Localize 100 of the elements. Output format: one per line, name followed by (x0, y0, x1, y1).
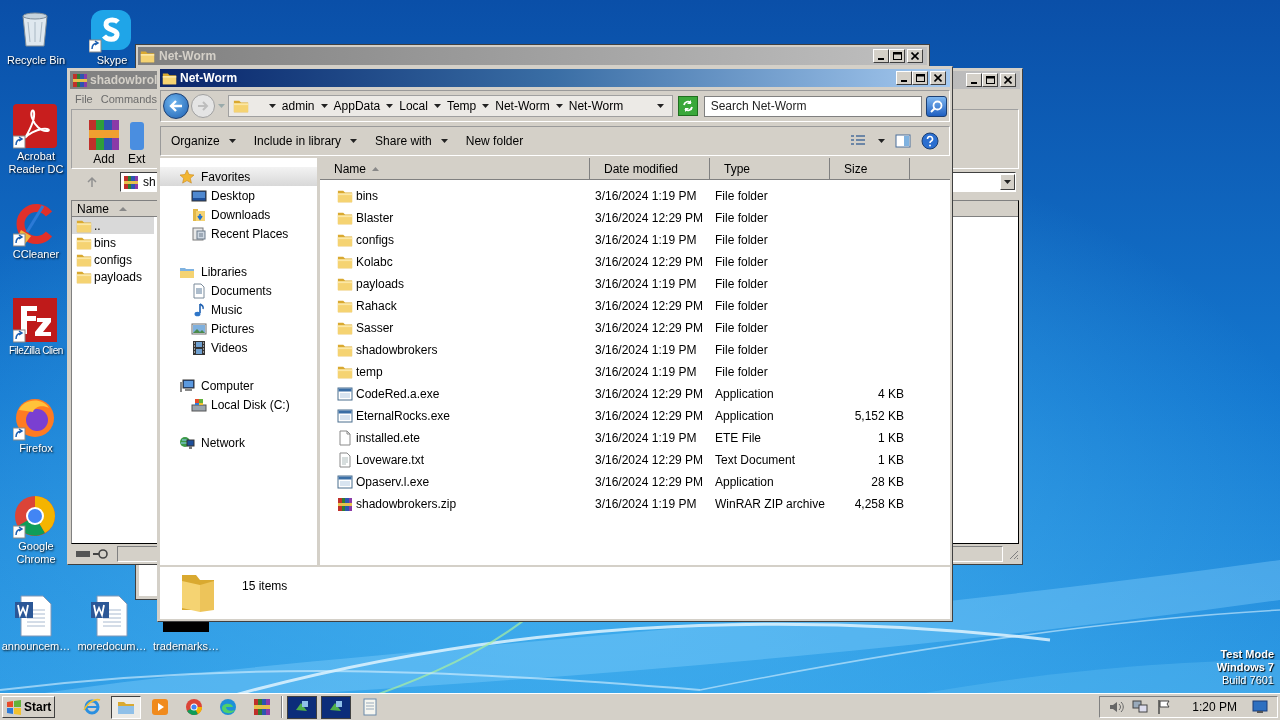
close-button[interactable] (907, 49, 923, 63)
file-name[interactable]: Blaster (356, 209, 394, 227)
help-button[interactable] (921, 132, 939, 150)
preview-pane-button[interactable] (895, 133, 911, 149)
file-name[interactable]: configs (356, 231, 395, 249)
sort-up-icon (119, 206, 127, 211)
column-header[interactable]: Name (320, 158, 590, 180)
command-button[interactable]: Share with (375, 132, 448, 150)
extract-button[interactable]: Ext (128, 118, 146, 166)
nav-item[interactable]: Favorites (160, 167, 317, 186)
nav-item[interactable]: Documents (160, 281, 317, 300)
close-button[interactable] (930, 71, 946, 85)
search-field[interactable]: Search Net-Worm (703, 95, 923, 117)
document-icon (191, 282, 207, 299)
minimize-button[interactable] (966, 73, 982, 87)
breadcrumb-arrow-icon (320, 104, 328, 108)
item-count: 15 items (242, 578, 288, 595)
command-button[interactable]: Include in library (253, 132, 358, 150)
icon-label[interactable]: Acrobat Reader DC (6, 150, 66, 176)
nav-item[interactable]: Network (160, 433, 317, 452)
nav-item[interactable]: Downloads (160, 205, 317, 224)
window-title: shadowbrol (90, 72, 157, 89)
menu-item[interactable]: File (75, 90, 93, 108)
drive-key-icon (75, 548, 109, 560)
breadcrumb-arrow-icon (482, 104, 490, 108)
table-cell: 3/16/2024 1:19 PM (595, 343, 697, 357)
taskbar-button[interactable] (321, 695, 352, 719)
file-name[interactable]: Rahack (356, 297, 397, 315)
file-name[interactable]: shadowbrokers.zip (356, 495, 457, 513)
add-button[interactable]: Add (88, 118, 120, 166)
breadcrumb[interactable]: Local (399, 97, 428, 115)
icon-label[interactable]: Recycle Bin (5, 54, 67, 67)
minimize-button[interactable] (896, 71, 912, 85)
table-cell-text: 4,258 KB (854, 496, 904, 513)
table-cell: 3/16/2024 12:29 PM (595, 211, 704, 225)
breadcrumb[interactable]: AppData (333, 97, 381, 115)
nav-item[interactable]: Pictures (160, 319, 317, 338)
taskbar-button[interactable] (287, 695, 318, 719)
breadcrumb[interactable]: admin (281, 97, 315, 115)
column-header[interactable]: Name (77, 199, 109, 218)
back-button[interactable] (163, 93, 189, 119)
list-row[interactable]: .. (72, 217, 154, 234)
list-row[interactable]: bins (72, 234, 154, 251)
table-cell: 3/16/2024 12:29 PM (595, 255, 704, 269)
column-header[interactable]: Date modified (590, 158, 710, 180)
list-row[interactable]: configs (72, 251, 154, 268)
dropdown-button[interactable] (1000, 174, 1015, 190)
file-name[interactable]: Sasser (356, 319, 394, 337)
column-header[interactable]: Size (830, 158, 910, 180)
show-desktop-button[interactable] (1251, 699, 1269, 715)
breadcrumb[interactable]: Net-Worm (568, 97, 624, 115)
dropdown-icon (1004, 180, 1011, 184)
dropdown-button[interactable] (655, 101, 666, 111)
view-button[interactable] (850, 134, 885, 148)
nav-item[interactable]: Recent Places (160, 224, 317, 243)
start-button[interactable]: Start (2, 696, 56, 718)
archive-icon (88, 118, 120, 152)
maximize-button[interactable] (982, 73, 998, 87)
nav-item[interactable]: Desktop (160, 186, 317, 205)
notice-text: Windows 7 (1216, 661, 1274, 674)
table-cell: 3/16/2024 1:19 PM (595, 365, 697, 379)
nav-item[interactable]: Computer (160, 376, 317, 395)
minimize-button[interactable] (873, 49, 889, 63)
command-button[interactable]: Organize (171, 132, 236, 150)
file-name[interactable]: payloads (356, 275, 405, 293)
file-name[interactable]: Opaserv.l.exe (356, 473, 430, 491)
breadcrumb[interactable]: Temp (446, 97, 477, 115)
maximize-button[interactable] (889, 49, 905, 63)
nav-item[interactable]: Music (160, 300, 317, 319)
file-name[interactable]: EternalRocks.exe (356, 407, 451, 425)
table-cell: Application (715, 409, 774, 423)
nav-item[interactable]: Local Disk (C:) (160, 395, 317, 414)
icon-label[interactable]: Firefox (18, 442, 54, 455)
application-icon (337, 474, 353, 490)
file-name[interactable]: bins (356, 187, 378, 205)
nav-item[interactable]: Videos (160, 338, 317, 357)
recent-places-icon (191, 225, 207, 242)
icon-label[interactable]: CCleaner (11, 248, 61, 261)
search-button[interactable] (926, 95, 947, 117)
taskbar-button[interactable] (111, 695, 142, 719)
column-header[interactable]: Type (710, 158, 830, 180)
list-row[interactable]: payloads (72, 268, 154, 285)
icon-label[interactable]: Skype (95, 54, 129, 67)
refresh-button[interactable] (677, 96, 698, 116)
file-name[interactable]: Loveware.txt (356, 451, 425, 469)
table-cell: 3/16/2024 12:29 PM (595, 475, 704, 489)
close-button[interactable] (1000, 73, 1016, 87)
nav-item[interactable]: Libraries (160, 262, 317, 281)
command-button[interactable]: New folder (465, 132, 524, 150)
file-name[interactable]: Kolabc (356, 253, 393, 271)
maximize-button[interactable] (912, 71, 928, 85)
breadcrumb[interactable]: Net-Worm (495, 97, 550, 115)
address-bar[interactable]: admin AppData Local Temp Net-Worm Net-Worm (227, 95, 673, 117)
menu-item[interactable]: Commands (100, 90, 157, 108)
file-name[interactable]: temp (356, 363, 383, 381)
media-player-icon (151, 698, 170, 716)
icon-label[interactable]: FileZilla Clien (8, 344, 64, 357)
file-name[interactable]: installed.ete (356, 429, 421, 447)
file-name[interactable]: shadowbrokers (356, 341, 438, 359)
file-name[interactable]: CodeRed.a.exe (356, 385, 440, 403)
